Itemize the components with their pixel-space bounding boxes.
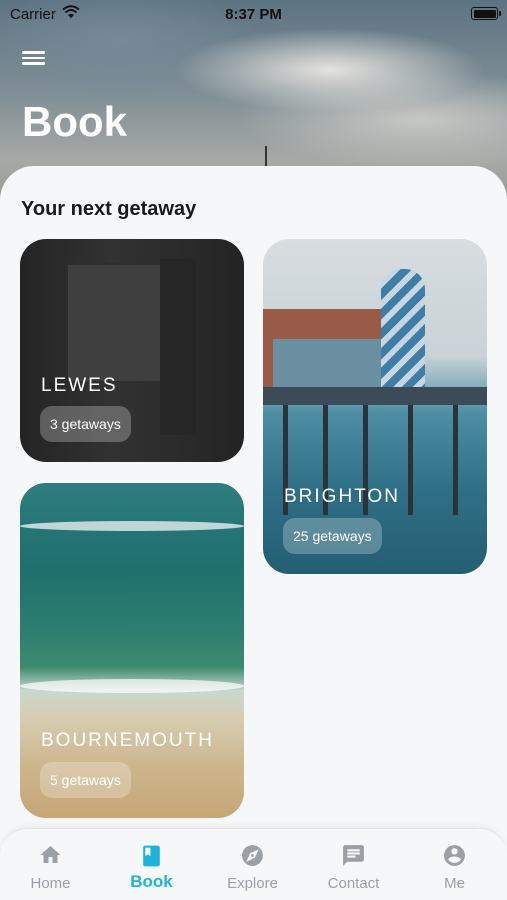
tab-contact[interactable]: Contact bbox=[303, 829, 404, 900]
tab-label: Book bbox=[130, 872, 173, 891]
getaways-badge: 25 getaways bbox=[283, 518, 382, 554]
destination-name: LEWES bbox=[41, 375, 118, 396]
tab-book[interactable]: Book bbox=[101, 829, 202, 900]
destination-name: BOURNEMOUTH bbox=[41, 730, 214, 751]
status-bar: Carrier 8:37 PM bbox=[0, 0, 507, 28]
brighton-photo-helter-skelter bbox=[381, 269, 425, 389]
page-title: Book bbox=[22, 98, 127, 145]
wave-crest bbox=[20, 679, 244, 693]
pier-leg bbox=[453, 405, 458, 515]
tab-me[interactable]: Me bbox=[404, 829, 505, 900]
tab-label: Contact bbox=[327, 875, 380, 892]
tab-label: Home bbox=[30, 875, 71, 892]
destination-card-bournemouth[interactable]: BOURNEMOUTH 5 getaways bbox=[20, 483, 244, 818]
getaways-badge: 5 getaways bbox=[40, 762, 131, 798]
chat-icon bbox=[343, 845, 364, 866]
header-pole bbox=[265, 146, 267, 168]
compass-icon bbox=[242, 845, 263, 866]
wave-crest bbox=[20, 521, 244, 531]
lewes-photo-door bbox=[160, 259, 196, 435]
tab-home[interactable]: Home bbox=[0, 829, 101, 900]
tab-label: Me bbox=[444, 875, 465, 892]
destination-card-lewes[interactable]: LEWES 3 getaways bbox=[20, 239, 244, 462]
brighton-photo-pier bbox=[263, 387, 487, 405]
account-icon bbox=[444, 845, 465, 866]
tab-label: Explore bbox=[227, 875, 278, 892]
pier-leg bbox=[408, 405, 413, 515]
tab-bar: Home Book Explore Contact Me bbox=[0, 828, 507, 900]
destination-name: BRIGHTON bbox=[284, 486, 400, 507]
battery-icon bbox=[471, 7, 501, 20]
home-icon bbox=[40, 846, 61, 863]
getaways-badge: 3 getaways bbox=[40, 406, 131, 442]
menu-icon[interactable] bbox=[22, 48, 48, 70]
destination-card-brighton[interactable]: BRIGHTON 25 getaways bbox=[263, 239, 487, 574]
section-title: Your next getaway bbox=[21, 198, 197, 220]
status-time: 8:37 PM bbox=[225, 6, 282, 23]
tab-explore[interactable]: Explore bbox=[202, 829, 303, 900]
book-icon bbox=[143, 845, 160, 867]
